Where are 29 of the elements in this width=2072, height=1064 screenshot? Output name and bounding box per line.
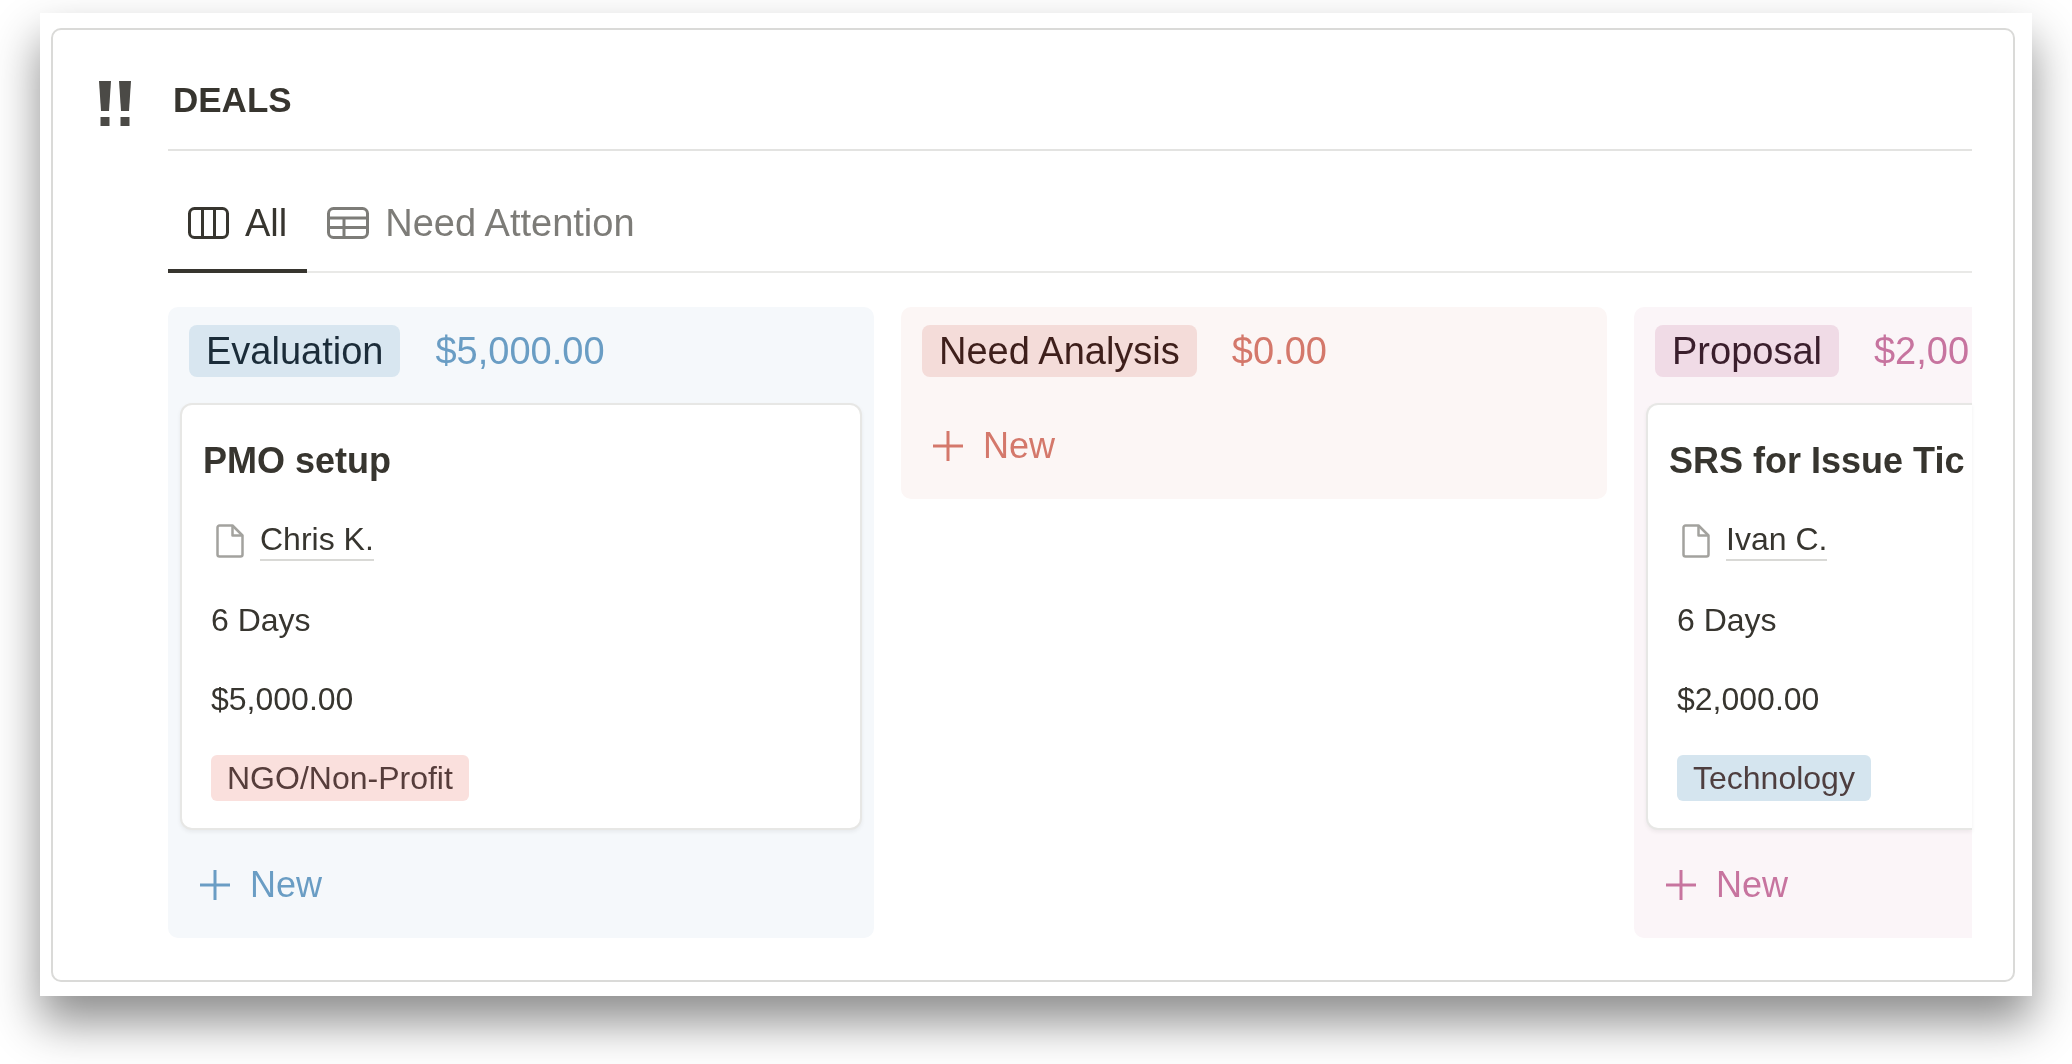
category-tag: NGO/Non-Profit <box>211 754 469 801</box>
plus-icon <box>933 431 963 461</box>
table-icon <box>327 207 370 239</box>
deal-card[interactable]: SRS for Issue Tic Ivan C. 6 Days $2,000.00 Technology <box>1646 403 1972 830</box>
plus-icon <box>200 870 230 900</box>
page-icon <box>1681 522 1711 559</box>
double-exclamation-icon <box>99 81 131 126</box>
duration-text: 6 Days <box>211 600 311 640</box>
group-total: $0.00 <box>1231 328 1327 374</box>
deal-card[interactable]: PMO setup Chris K. 6 Days $5,000.00 NGO/Non-Profit <box>180 403 862 830</box>
duration-text: 6 Days <box>1677 600 1777 640</box>
status-tag[interactable]: Proposal <box>1655 325 1839 377</box>
owner-link[interactable]: Chris K. <box>260 520 374 561</box>
owner-link[interactable]: Ivan C. <box>1726 520 1828 561</box>
card-title: SRS for Issue Tic <box>1669 439 1965 483</box>
group-total: $5,000.00 <box>435 328 605 374</box>
card-title: PMO setup <box>203 439 391 483</box>
group-total: $2,00 <box>1874 328 1970 374</box>
amount-text: $5,000.00 <box>211 679 354 719</box>
page-title: DEALS <box>173 82 292 117</box>
category-tag: Technology <box>1677 754 1871 801</box>
columns-icon <box>188 207 229 239</box>
plus-icon <box>1666 870 1696 900</box>
view-tab[interactable]: All <box>168 177 308 273</box>
view-tab[interactable]: Need Attention <box>307 177 655 273</box>
page-icon <box>215 522 245 559</box>
amount-text: $2,000.00 <box>1677 679 1820 719</box>
status-tag[interactable]: Need Analysis <box>922 325 1197 377</box>
status-tag[interactable]: Evaluation <box>189 325 401 377</box>
